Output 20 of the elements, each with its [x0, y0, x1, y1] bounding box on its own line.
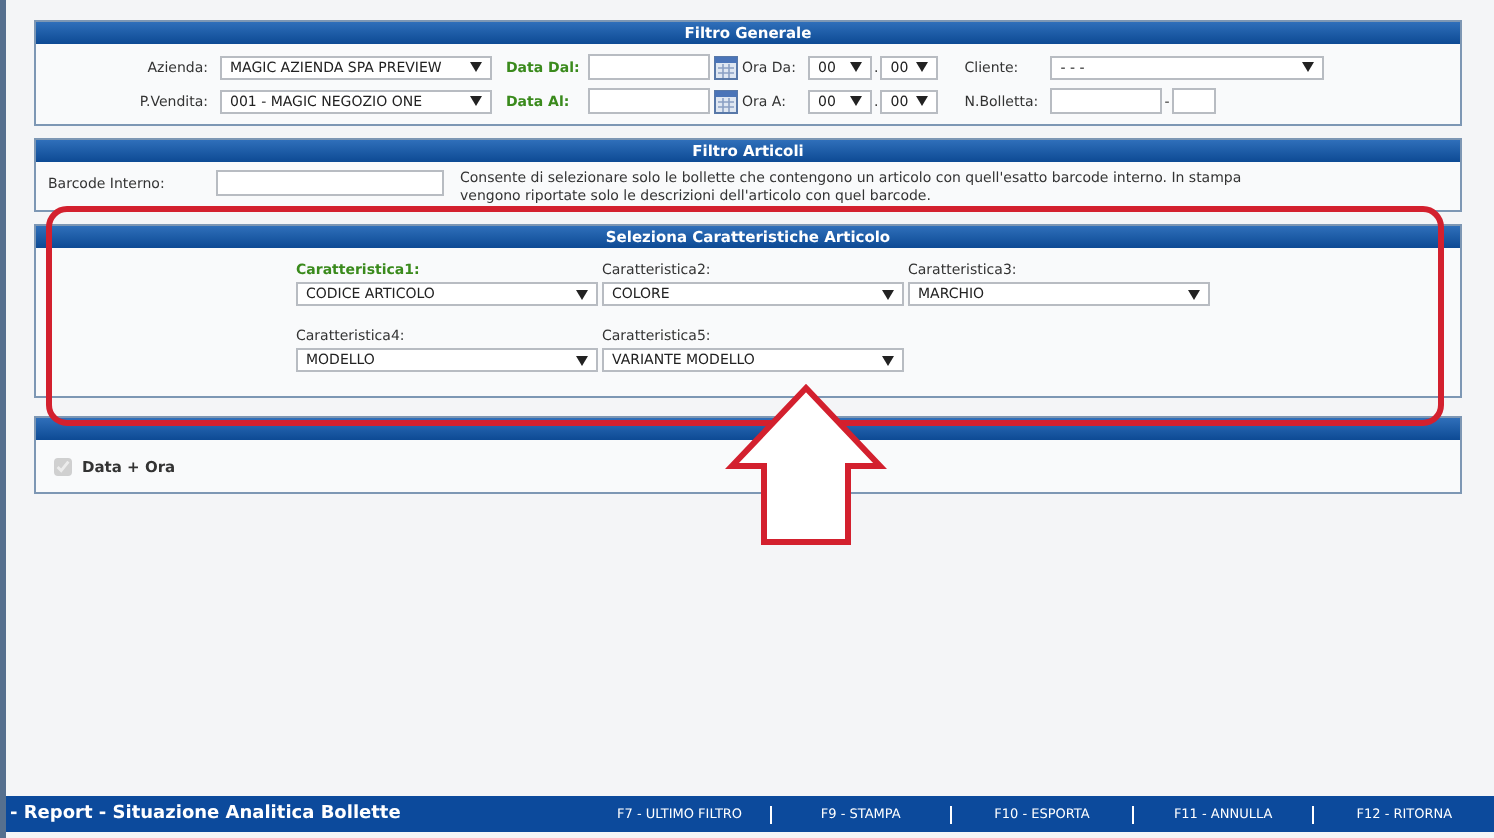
caret-icon [850, 62, 862, 72]
caret-icon [576, 289, 588, 299]
date-field[interactable] [588, 88, 710, 114]
caret-icon [576, 355, 588, 365]
caret-icon [1302, 62, 1315, 72]
caret-icon [470, 96, 482, 106]
barcode-field[interactable] [216, 170, 444, 196]
number-field[interactable] [1050, 88, 1163, 114]
calendar-icon[interactable] [714, 55, 738, 79]
caret-icon [1188, 289, 1200, 299]
date-field[interactable] [588, 54, 710, 80]
caret-icon [916, 62, 929, 72]
caret-icon [850, 96, 862, 106]
caret-icon [470, 62, 482, 72]
number-field[interactable] [1171, 88, 1216, 114]
caret-icon [882, 355, 894, 365]
calendar-icon[interactable] [714, 89, 738, 113]
report-title: - Report - Situazione Analitica Bollette [8, 804, 403, 824]
caret-icon [916, 96, 929, 106]
caret-icon [882, 289, 894, 299]
